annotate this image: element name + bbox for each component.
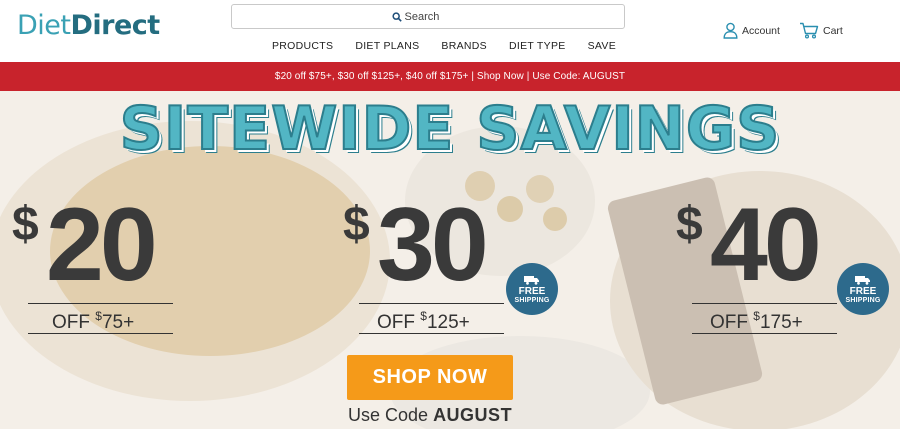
offer-divider — [28, 333, 173, 334]
offer-min-value: 75+ — [101, 312, 135, 333]
offer-min-currency: $ — [420, 309, 427, 323]
offer-min-currency: $ — [753, 309, 760, 323]
offer-min-value: 175+ — [759, 312, 803, 333]
truck-icon — [855, 275, 870, 285]
offer-divider — [28, 303, 173, 304]
offer-divider — [692, 333, 837, 334]
account-link[interactable]: Account — [723, 22, 780, 39]
offer-20: $ 20 OFF $75+ — [12, 187, 173, 343]
logo-text-direct: Direct — [70, 10, 161, 41]
nav-item-products[interactable]: PRODUCTS — [272, 40, 333, 52]
truck-icon — [524, 275, 539, 285]
offer-amount: 40 — [710, 187, 822, 303]
account-label: Account — [742, 24, 780, 37]
logo-text-diet: Diet — [17, 10, 71, 41]
diet-direct-logo[interactable]: DietDirect — [17, 10, 160, 41]
search-icon — [391, 11, 402, 22]
offer-30: $ 30 OFF $125+ — [343, 187, 504, 343]
offer-divider — [359, 333, 504, 334]
promo-banner[interactable]: $20 off $75+, $30 off $125+, $40 off $17… — [0, 62, 900, 91]
cart-link[interactable]: Cart — [799, 22, 843, 39]
promo-code-prefix: Use Code — [348, 405, 429, 425]
cart-label: Cart — [823, 24, 843, 37]
nav-item-save[interactable]: SAVE — [588, 40, 616, 52]
badge-text-free: FREE — [518, 285, 546, 297]
promo-code-value: AUGUST — [433, 405, 513, 425]
search-input[interactable] — [404, 10, 465, 23]
offer-amount: 20 — [46, 187, 158, 303]
offer-minimum: OFF $75+ — [52, 309, 134, 334]
badge-text-shipping: SHIPPING — [845, 296, 881, 304]
hero-banner: SITEWIDE SAVINGS $ 20 OFF $75+ $ 30 OFF … — [0, 91, 900, 429]
promo-code-line: Use Code AUGUST — [348, 405, 512, 426]
nav-item-brands[interactable]: BRANDS — [441, 40, 487, 52]
offer-currency: $ — [12, 198, 39, 251]
offer-off-label: OFF — [377, 312, 415, 333]
badge-text-shipping: SHIPPING — [514, 296, 550, 304]
offer-off-label: OFF — [710, 312, 748, 333]
offer-40: $ 40 OFF $175+ — [676, 187, 837, 343]
offer-currency: $ — [676, 198, 703, 251]
offer-divider — [692, 303, 837, 304]
offer-divider — [359, 303, 504, 304]
nav-item-diet-plans[interactable]: DIET PLANS — [355, 40, 419, 52]
search-bar[interactable] — [231, 4, 625, 29]
offer-currency: $ — [343, 198, 370, 251]
offer-minimum: OFF $175+ — [710, 309, 803, 334]
site-header: DietDirect PRODUCTS DIET PLANS BRANDS DI… — [0, 0, 900, 62]
promo-text: $20 off $75+, $30 off $125+, $40 off $17… — [274, 71, 626, 82]
hero-headline: SITEWIDE SAVINGS — [119, 93, 781, 165]
nav-item-diet-type[interactable]: DIET TYPE — [509, 40, 566, 52]
free-shipping-badge: FREE SHIPPING — [506, 263, 558, 315]
shop-now-button[interactable]: SHOP NOW — [347, 355, 513, 400]
cart-icon — [800, 22, 819, 39]
offer-min-value: 125+ — [426, 312, 470, 333]
offer-minimum: OFF $125+ — [377, 309, 470, 334]
free-shipping-badge: FREE SHIPPING — [837, 263, 889, 315]
offer-off-label: OFF — [52, 312, 90, 333]
offer-amount: 30 — [377, 187, 489, 303]
offer-min-currency: $ — [95, 309, 102, 323]
badge-text-free: FREE — [849, 285, 877, 297]
main-nav: PRODUCTS DIET PLANS BRANDS DIET TYPE SAV… — [272, 40, 616, 52]
user-icon — [723, 22, 738, 39]
